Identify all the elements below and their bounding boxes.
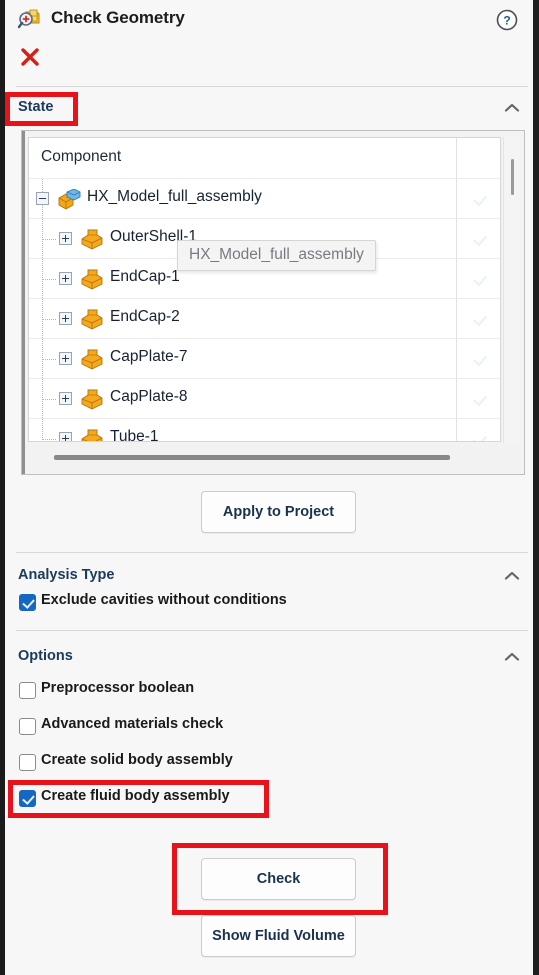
part-icon (80, 269, 104, 290)
tree-vertical-scroll-thumb[interactable] (511, 159, 514, 195)
tree-row-checkbox-cell (470, 309, 491, 330)
checkbox-advanced-materials-check[interactable] (19, 718, 36, 735)
part-icon (80, 429, 104, 441)
titlebar-divider (16, 86, 528, 87)
tree-guide-stub (43, 359, 56, 361)
checkbox-row-create-solid-body-assembly[interactable]: Create solid body assembly (5, 750, 533, 776)
divider-analysis (16, 552, 528, 553)
checkbox-label-create-solid-body-assembly: Create solid body assembly (41, 752, 233, 768)
expand-plus-icon[interactable] (59, 232, 72, 245)
tree-row-label: Tube-1 (110, 428, 159, 442)
titlebar: Check Geometry ? (5, 0, 533, 40)
page-title: Check Geometry (51, 8, 185, 27)
table-row[interactable]: CapPlate-7 (29, 338, 500, 378)
tree-left-rail (22, 131, 25, 474)
svg-text:?: ? (503, 14, 510, 28)
tree-vertical-scrollbar[interactable] (503, 137, 520, 443)
part-icon (80, 229, 104, 250)
expand-plus-icon[interactable] (59, 432, 72, 441)
table-row[interactable]: EndCap-2 (29, 298, 500, 338)
checkbox-exclude-cavities[interactable] (19, 594, 36, 611)
section-label-options: Options (18, 648, 73, 664)
tree-horizontal-scroll-thumb[interactable] (54, 455, 450, 460)
tree-row-label: EndCap-2 (110, 308, 180, 325)
tree-row-checkbox-cell (470, 189, 491, 210)
table-row[interactable]: CapPlate-8 (29, 378, 500, 418)
part-icon (80, 349, 104, 370)
part-icon (80, 389, 104, 410)
checkbox-row-create-fluid-body-assembly[interactable]: Create fluid body assembly (5, 786, 533, 812)
divider-options (16, 630, 528, 631)
close-x-icon[interactable] (17, 44, 43, 70)
section-label-analysis-type: Analysis Type (18, 567, 115, 583)
section-header-state[interactable]: State (5, 92, 533, 124)
chevron-up-icon[interactable] (503, 650, 521, 662)
help-circle-icon[interactable]: ? (495, 8, 519, 32)
apply-to-project-button[interactable]: Apply to Project (201, 491, 356, 533)
tree-row-label: CapPlate-7 (110, 348, 188, 365)
window-right-edge (533, 0, 539, 975)
tree-row-label: HX_Model_full_assembly (87, 188, 262, 205)
checkbox-create-fluid-body-assembly[interactable] (19, 790, 36, 807)
tree-row-checkbox-cell (470, 229, 491, 250)
tree-guide-stub (43, 279, 56, 281)
section-label-state: State (18, 99, 54, 115)
part-icon (80, 309, 104, 330)
tree-row-checkbox-cell (470, 429, 491, 441)
tree-column-header-label: Component (41, 148, 122, 165)
checkbox-create-solid-body-assembly[interactable] (19, 754, 36, 771)
check-geometry-panel: Check Geometry ? State Component HX_Mode… (0, 0, 539, 975)
component-tree-panel: Component HX_Model_full_assembly OuterSh… (21, 130, 525, 475)
assembly-icon (57, 188, 81, 210)
checkbox-row-advanced-materials-check[interactable]: Advanced materials check (5, 714, 533, 740)
tree-tooltip: HX_Model_full_assembly (177, 240, 376, 271)
expand-plus-icon[interactable] (59, 352, 72, 365)
tree-row-checkbox-cell (470, 349, 491, 370)
checkbox-row-preprocessor-boolean[interactable]: Preprocessor boolean (5, 678, 533, 704)
tree-row-checkbox-cell (470, 269, 491, 290)
show-fluid-volume-button[interactable]: Show Fluid Volume (201, 915, 356, 957)
tree-guide-stub (43, 399, 56, 401)
chevron-up-icon[interactable] (503, 101, 521, 113)
checkbox-label-advanced-materials-check: Advanced materials check (41, 716, 224, 732)
tree-guide-stub (43, 239, 56, 241)
checkbox-label-preprocessor-boolean: Preprocessor boolean (41, 680, 195, 696)
checkbox-preprocessor-boolean[interactable] (19, 682, 36, 699)
tree-guide-stub (43, 319, 56, 321)
expand-plus-icon[interactable] (59, 312, 72, 325)
check-button[interactable]: Check (201, 858, 356, 900)
table-row[interactable]: Tube-1 (29, 418, 500, 442)
tree-row-label: EndCap-1 (110, 268, 180, 285)
collapse-minus-icon[interactable] (36, 192, 49, 205)
panel-inner: Check Geometry ? State Component HX_Mode… (5, 0, 533, 975)
tree-guide-stub (43, 439, 56, 441)
checkbox-row-exclude-cavities[interactable]: Exclude cavities without conditions (5, 590, 533, 616)
chevron-up-icon[interactable] (503, 569, 521, 581)
checkbox-label-exclude-cavities: Exclude cavities without conditions (41, 592, 287, 608)
close-row (5, 40, 533, 75)
table-row[interactable]: HX_Model_full_assembly (29, 178, 500, 218)
tree-row-label: CapPlate-8 (110, 388, 188, 405)
expand-plus-icon[interactable] (59, 272, 72, 285)
checkbox-label-create-fluid-body-assembly: Create fluid body assembly (41, 788, 230, 804)
check-geometry-icon (17, 7, 43, 33)
expand-plus-icon[interactable] (59, 392, 72, 405)
tree-row-checkbox-cell (470, 389, 491, 410)
tree-column-header: Component (29, 138, 500, 178)
section-header-options[interactable]: Options (5, 641, 533, 673)
section-header-analysis-type[interactable]: Analysis Type (5, 560, 533, 592)
component-tree[interactable]: Component HX_Model_full_assembly OuterSh… (28, 137, 501, 442)
tree-horizontal-scrollbar[interactable] (28, 449, 501, 465)
